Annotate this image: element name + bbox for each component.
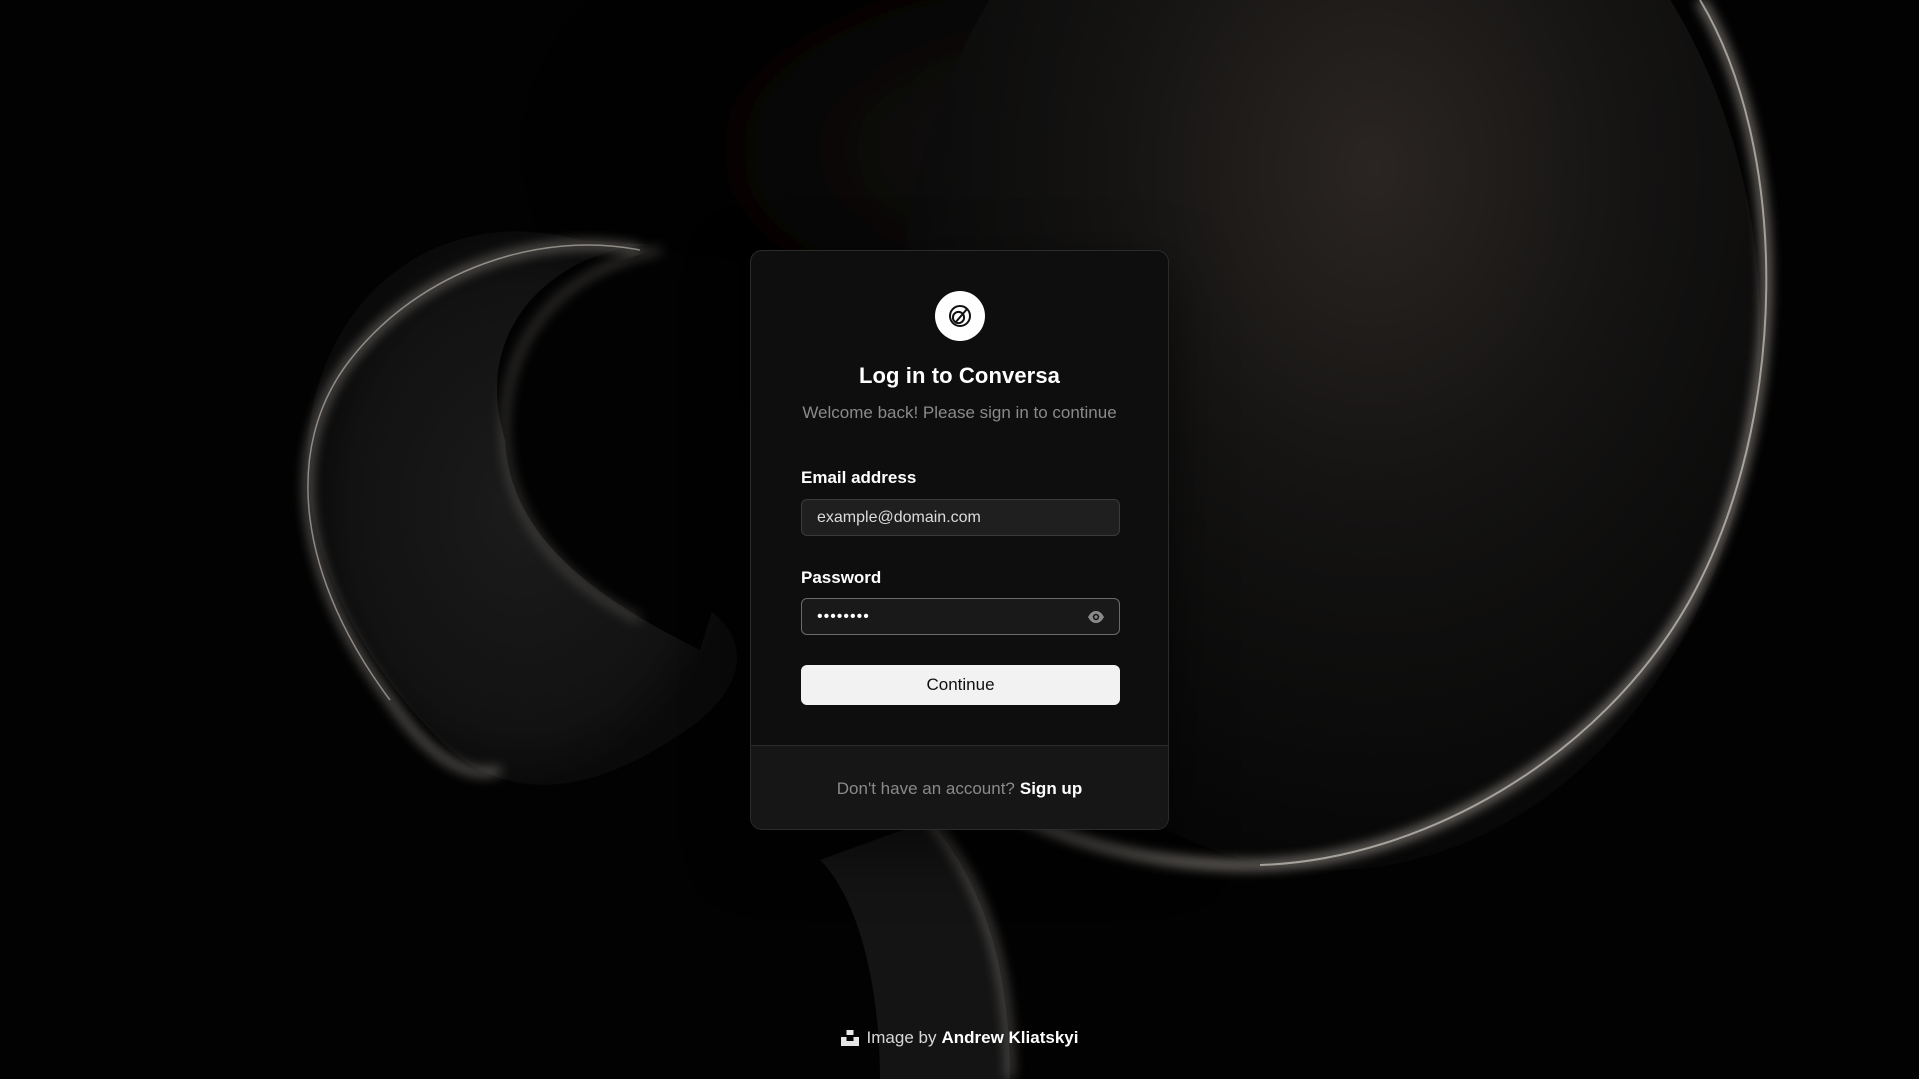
unsplash-icon [840,1030,859,1046]
password-field-wrapper [801,598,1120,635]
page-subtitle: Welcome back! Please sign in to continue [802,403,1117,422]
credit-prefix: Image by [866,1028,937,1047]
signup-link[interactable]: Sign up [1020,779,1082,799]
eye-icon[interactable] [1087,609,1105,625]
login-form: Log in to Conversa Welcome back! Please … [751,251,1168,745]
password-label: Password [801,568,882,587]
signup-prompt: Don't have an account? [836,778,1015,798]
overlapping-circles-icon [949,305,971,327]
card-footer: Don't have an account? Sign up [751,745,1168,829]
credit-author-link[interactable]: Andrew Kliatskyi [941,1028,1078,1048]
image-credit: Image by Andrew Kliatskyi [0,1028,1919,1048]
email-field-wrapper [801,499,1120,536]
email-field[interactable] [802,500,1119,535]
page-title: Log in to Conversa [858,363,1061,388]
login-page: Log in to Conversa Welcome back! Please … [0,0,1919,1079]
brand-logo [935,291,985,341]
continue-button[interactable]: Continue [801,665,1120,705]
email-label: Email address [801,468,917,487]
password-field[interactable] [802,599,1119,634]
login-card: Log in to Conversa Welcome back! Please … [750,250,1169,830]
